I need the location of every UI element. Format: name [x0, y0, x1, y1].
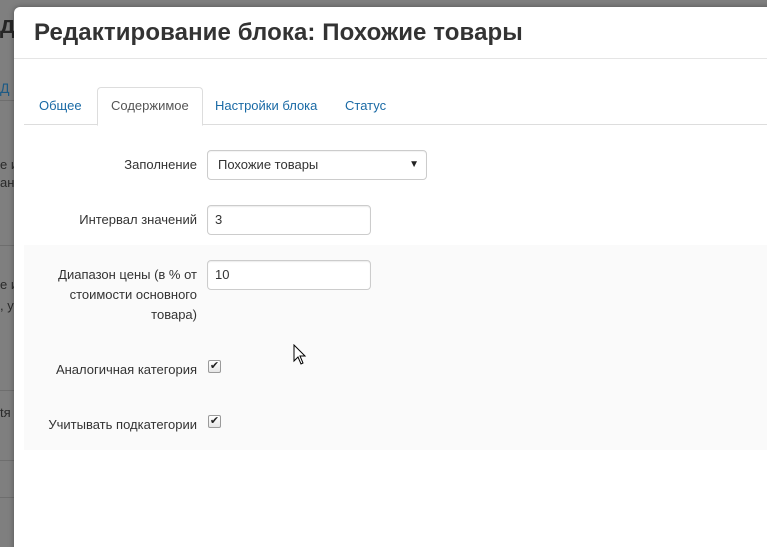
form-row-fill: Заполнение Похожие товары ▼	[24, 135, 767, 190]
background-divider	[0, 390, 14, 391]
form-row-interval: Интервал значений 3	[24, 190, 767, 245]
background-divider	[0, 100, 14, 101]
tab-status[interactable]: Статус	[332, 87, 399, 125]
background-text-fragment: tя	[0, 405, 11, 420]
fill-select[interactable]: Похожие товары ▼	[207, 150, 427, 180]
similar-category-label: Аналогичная категория	[55, 362, 197, 377]
form-row-subcategories: Учитывать подкатегории ✔	[24, 395, 767, 450]
tab-content[interactable]: Содержимое	[97, 87, 203, 126]
interval-label: Интервал значений	[79, 212, 197, 227]
check-icon: ✔	[209, 415, 220, 427]
subcategories-label: Учитывать подкатегории	[48, 417, 197, 432]
modal-title: Редактирование блока: Похожие товары	[34, 19, 523, 46]
background-text-fragment: ан	[0, 175, 15, 190]
chevron-down-icon: ▼	[409, 159, 419, 170]
price-range-input[interactable]: 10	[207, 260, 371, 290]
form-row-price-range: Диапазон цены (в % от стоимости основног…	[24, 245, 767, 335]
tab-block-settings[interactable]: Настройки блока	[202, 87, 330, 125]
mouse-pointer-icon	[293, 344, 307, 365]
tab-general[interactable]: Общее	[26, 87, 95, 125]
background-divider	[0, 460, 14, 461]
check-icon: ✔	[209, 360, 220, 372]
edit-block-modal: Редактирование блока: Похожие товары Общ…	[14, 7, 767, 547]
subcategories-checkbox[interactable]: ✔	[208, 415, 221, 428]
background-link-fragment: Д	[0, 80, 10, 96]
fill-select-value: Похожие товары	[218, 157, 319, 172]
price-range-label: Диапазон цены (в % от стоимости основног…	[58, 267, 197, 322]
form-row-similar-category: Аналогичная категория ✔	[24, 335, 767, 395]
fill-label: Заполнение	[124, 157, 197, 172]
interval-input[interactable]: 3	[207, 205, 371, 235]
similar-category-checkbox[interactable]: ✔	[208, 360, 221, 373]
tab-bar: Общее Содержимое Настройки блока Статус	[24, 87, 767, 126]
modal-header: Редактирование блока: Похожие товары	[14, 7, 767, 59]
background-divider	[0, 245, 14, 246]
background-divider	[0, 497, 14, 498]
background-text-fragment: , у	[0, 298, 14, 313]
